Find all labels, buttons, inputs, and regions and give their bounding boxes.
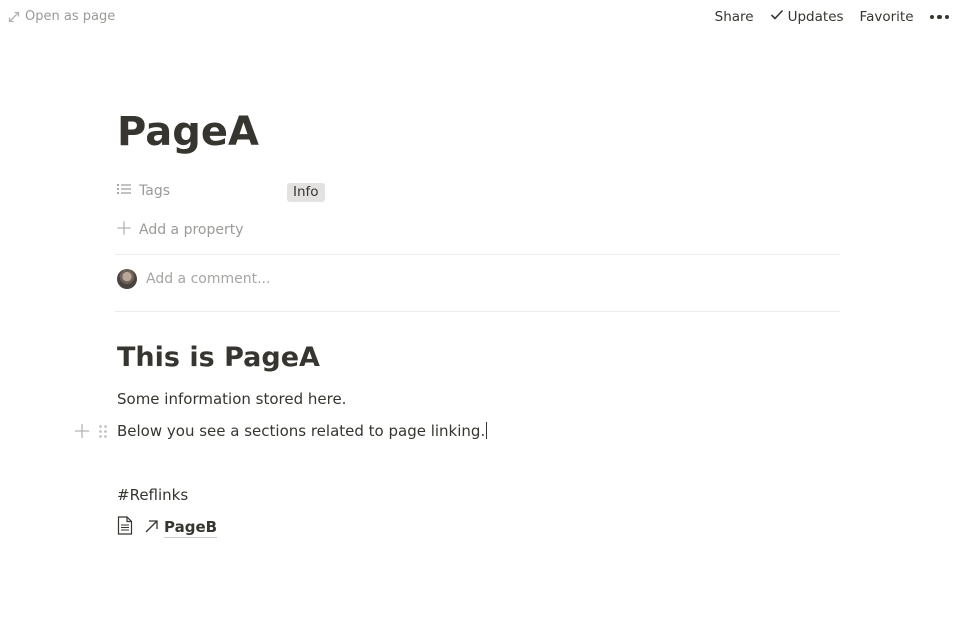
top-actions: Share Updates Favorite (715, 9, 949, 25)
share-button[interactable]: Share (715, 9, 754, 25)
divider (115, 254, 840, 255)
comment-row[interactable]: Add a comment... (117, 269, 270, 289)
updates-label: Updates (787, 9, 844, 25)
open-as-page-button[interactable]: Open as page (8, 9, 115, 24)
property-row-tags[interactable]: Tags (117, 178, 170, 204)
top-bar: Open as page Share Updates Favorite (0, 0, 959, 36)
list-icon (117, 183, 131, 199)
reflinks-text[interactable]: #Reflinks (117, 483, 188, 507)
add-property-button[interactable]: Add a property (117, 217, 244, 243)
document-icon (117, 516, 133, 539)
avatar (117, 269, 137, 289)
comment-input[interactable]: Add a comment... (146, 271, 270, 287)
updates-button[interactable]: Updates (770, 9, 844, 25)
add-property-label: Add a property (139, 222, 244, 238)
share-label: Share (714, 9, 754, 25)
page-link-label[interactable]: PageB (164, 518, 218, 538)
property-label-tags: Tags (139, 183, 170, 199)
favorite-button[interactable]: Favorite (860, 9, 914, 25)
text-block[interactable]: Some information stored here. (117, 387, 346, 411)
text-block-active[interactable]: Below you see a sections related to page… (117, 419, 488, 443)
add-block-icon[interactable] (74, 423, 90, 443)
heading-block[interactable]: This is PageA (117, 338, 320, 378)
page-link-pageb[interactable]: PageB (117, 516, 218, 539)
check-icon (770, 9, 784, 25)
more-options-icon[interactable] (929, 14, 949, 20)
expand-icon (8, 11, 20, 23)
arrow-up-right-icon (145, 519, 158, 537)
text-cursor (486, 422, 488, 439)
favorite-label: Favorite (859, 9, 914, 25)
tag-chip-info[interactable]: Info (287, 183, 325, 202)
drag-handle-icon[interactable] (98, 424, 108, 443)
open-as-page-label: Open as page (25, 9, 116, 24)
plus-icon (117, 221, 131, 239)
divider (115, 311, 840, 312)
page-title[interactable]: PageA (117, 104, 259, 160)
text-block-content: Below you see a sections related to page… (117, 422, 486, 440)
block-handle (74, 423, 108, 443)
